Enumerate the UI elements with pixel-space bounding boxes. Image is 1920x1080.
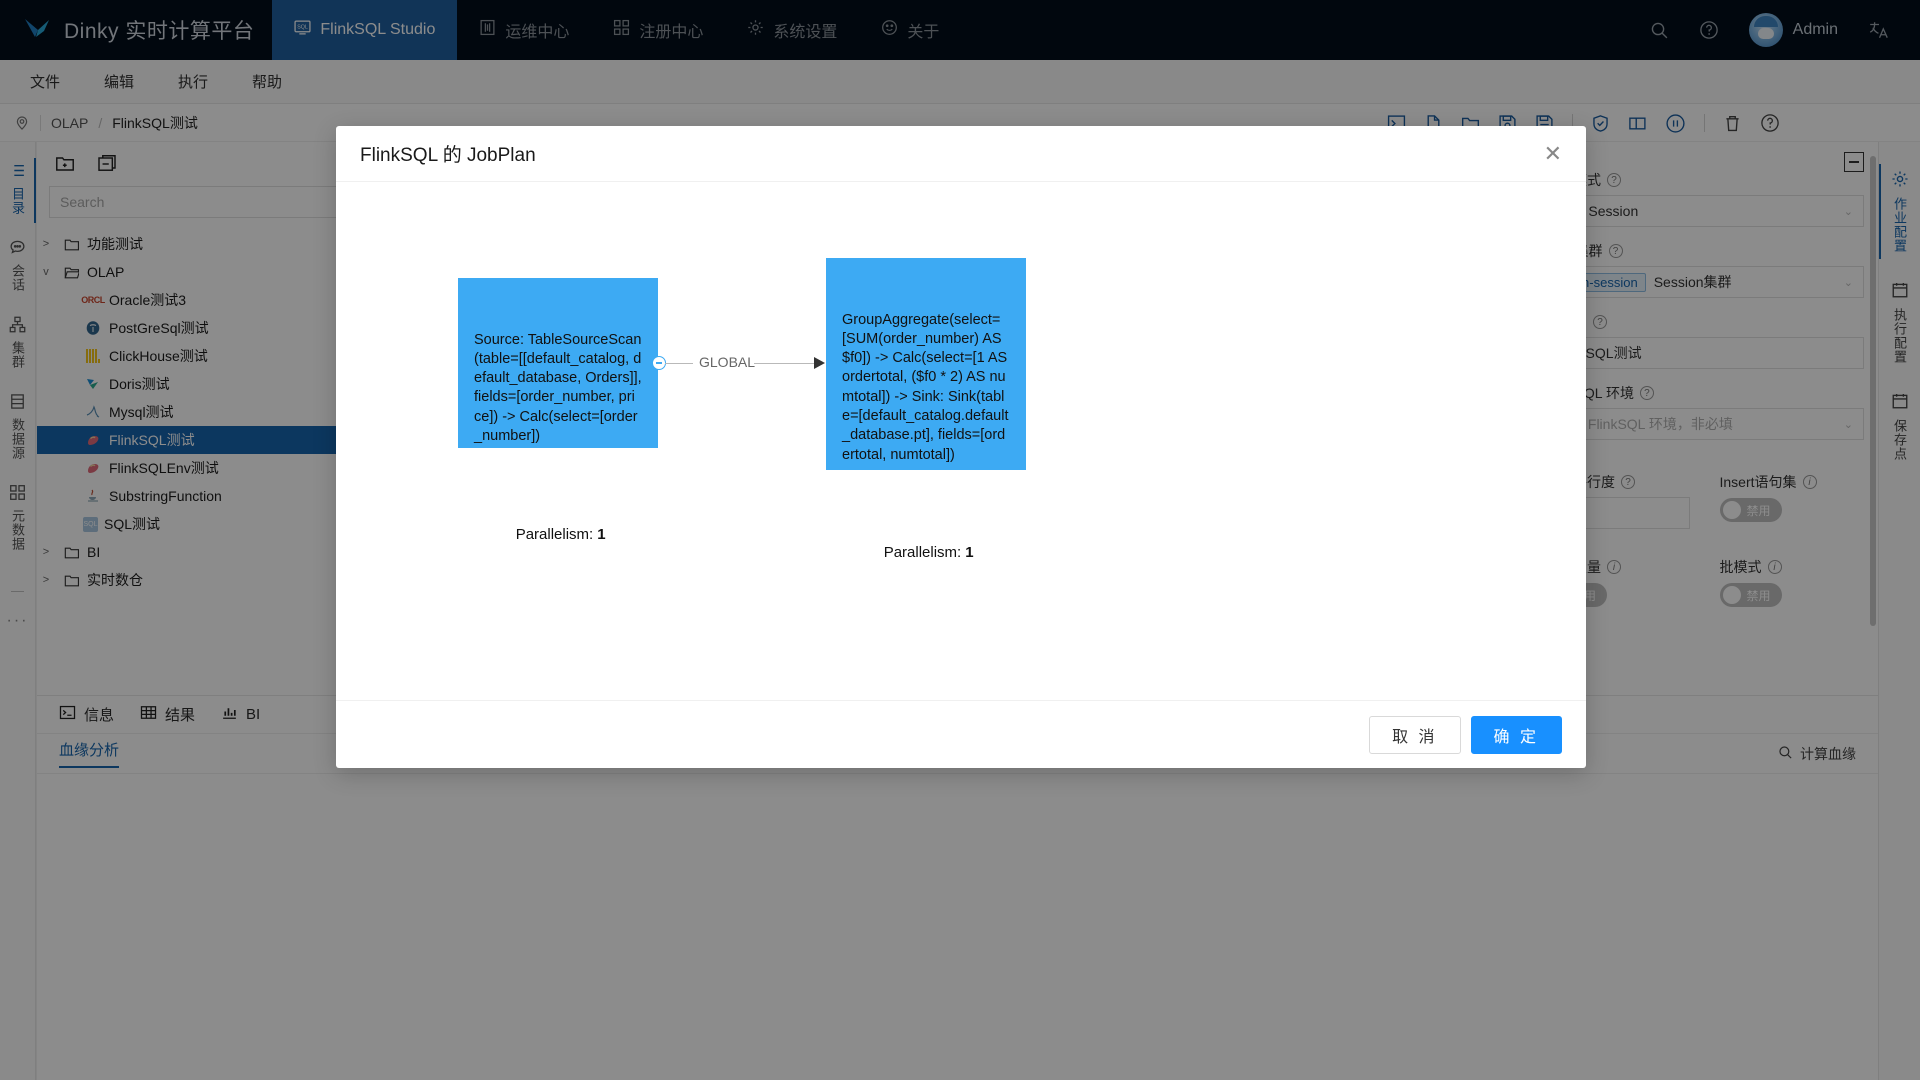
jobplan-source-output-port[interactable] (652, 356, 666, 370)
jobplan-node-aggregate-sink[interactable]: GroupAggregate(select=[SUM(order_number)… (826, 258, 1026, 561)
jobplan-node-source[interactable]: Source: TableSourceScan(table=[[default_… (458, 278, 658, 543)
jobplan-edge-arrow (814, 357, 825, 369)
parallelism-value: 1 (965, 544, 974, 562)
parallelism-label: Parallelism: (883, 544, 962, 562)
jobplan-node-text: GroupAggregate(select=[SUM(order_number)… (842, 311, 1012, 463)
jobplan-edge-label: GLOBAL (693, 354, 762, 370)
jobplan-node-parallelism: Parallelism: 1 (842, 523, 1010, 583)
jobplan-node-text: Source: TableSourceScan(table=[[default_… (474, 331, 646, 444)
modal-footer: 取 消 确 定 (336, 700, 1586, 768)
modal-header: FlinkSQL 的 JobPlan ✕ (336, 126, 1586, 182)
parallelism-label: Parallelism: (515, 525, 594, 543)
jobplan-graph[interactable]: Source: TableSourceScan(table=[[default_… (336, 182, 1586, 700)
ok-button[interactable]: 确 定 (1470, 715, 1562, 754)
modal-title: FlinkSQL 的 JobPlan (360, 145, 536, 166)
jobplan-edge-line-right (754, 363, 816, 364)
parallelism-value: 1 (597, 525, 606, 543)
close-icon[interactable]: ✕ (1544, 142, 1562, 165)
jobplan-node-parallelism: Parallelism: 1 (474, 505, 642, 565)
cancel-button[interactable]: 取 消 (1369, 715, 1461, 754)
jobplan-modal: FlinkSQL 的 JobPlan ✕ Source: TableSource… (336, 126, 1586, 768)
